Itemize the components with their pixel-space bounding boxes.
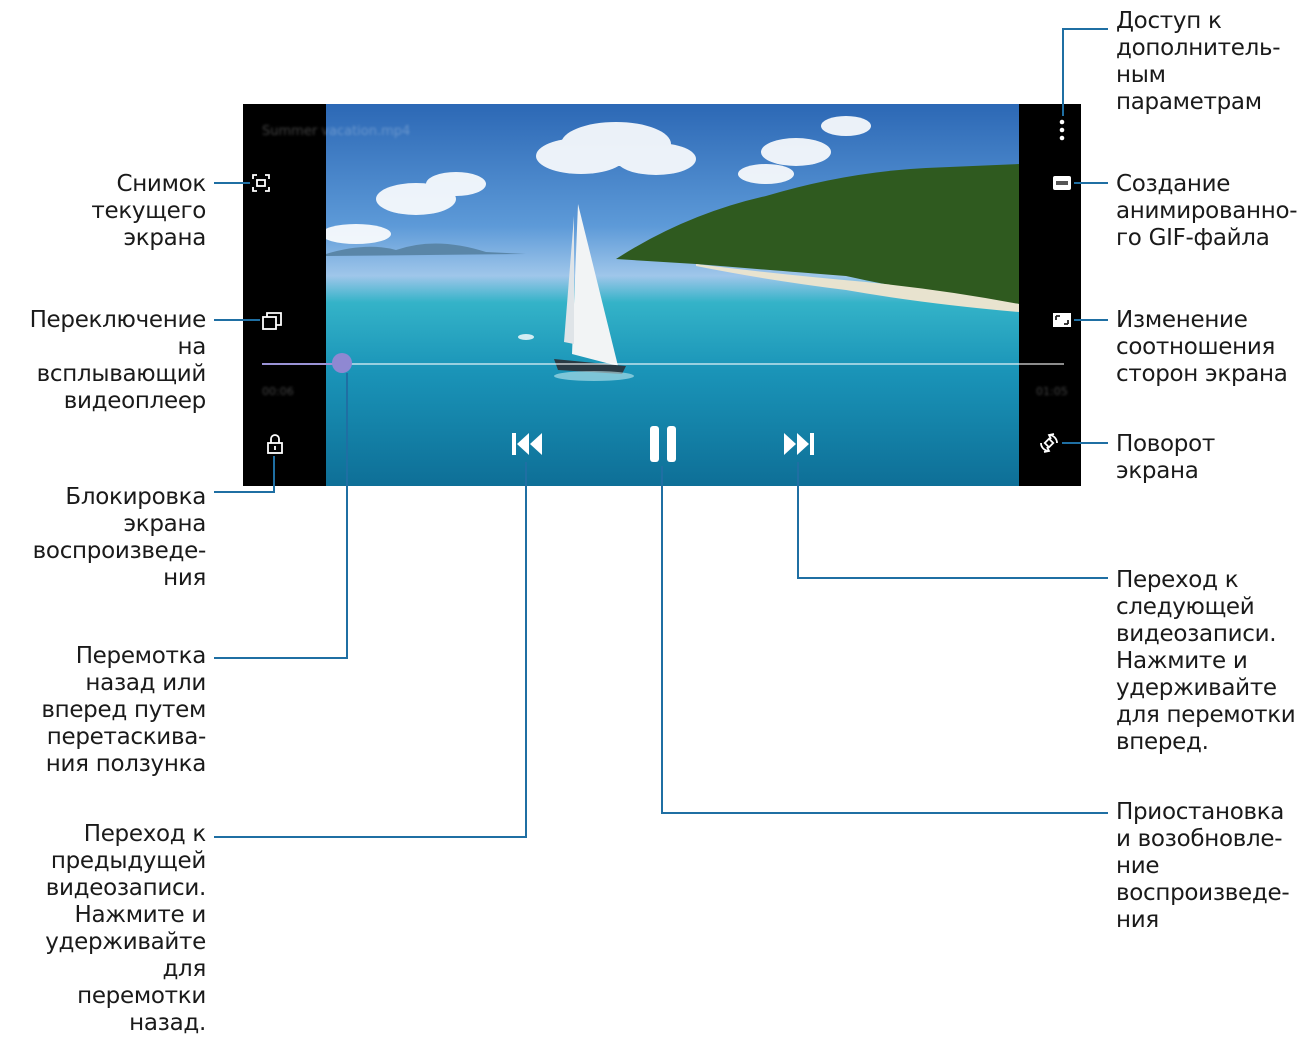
leader-more-h <box>1062 28 1108 30</box>
right-control-bar <box>1019 104 1081 486</box>
callout-next: Переход к следующей видеозаписи. Нажмите… <box>1116 567 1296 755</box>
video-title: Summer vacation.mp4 <box>262 124 411 139</box>
aspect-ratio-icon[interactable] <box>1050 309 1074 331</box>
leader-seek-h <box>214 657 348 659</box>
leader-previous-v <box>525 462 527 838</box>
leader-gif <box>1074 182 1108 184</box>
more-options-icon[interactable] <box>1054 118 1070 142</box>
callout-previous: Переход к предыдущей видеозаписи. Нажмит… <box>45 821 206 1036</box>
callout-capture: Снимок текущего экрана <box>91 171 206 251</box>
skip-previous-icon[interactable] <box>508 428 546 460</box>
screenshot-capture-icon[interactable] <box>250 172 272 194</box>
elapsed-time: 00:06 <box>262 385 294 398</box>
popup-player-icon[interactable] <box>261 310 283 332</box>
callout-popup-player: Переключение на всплывающий видеоплеер <box>29 307 207 414</box>
callout-aspect-ratio: Изменение соотношения сторон экрана <box>1116 307 1288 387</box>
pause-icon[interactable] <box>644 424 682 464</box>
callout-lock: Блокировка экрана воспроизведе- ния <box>32 484 207 591</box>
gif-icon[interactable] <box>1050 172 1074 194</box>
callout-rotate: Поворот экрана <box>1116 431 1215 484</box>
callout-pause: Приостановка и возобновле- ние воспроизв… <box>1116 799 1290 933</box>
leader-lock-v <box>273 456 275 493</box>
leader-next-h <box>797 577 1108 579</box>
leader-rotate <box>1062 442 1108 444</box>
callout-seek: Перемотка назад или вперед путем перетас… <box>41 643 206 777</box>
leader-more-v <box>1062 28 1064 116</box>
seek-bar-track[interactable] <box>262 363 1064 365</box>
leader-ratio <box>1074 319 1108 321</box>
total-time: 01:05 <box>1036 385 1068 398</box>
leader-previous-h <box>214 836 527 838</box>
leader-popup <box>214 319 260 321</box>
leader-seek-v <box>346 373 348 659</box>
leader-next-v <box>797 462 799 579</box>
left-control-bar <box>243 104 326 486</box>
callout-gif: Создание анимированно- го GIF-файла <box>1116 171 1298 251</box>
leader-capture <box>214 182 250 184</box>
leader-lock-h <box>214 491 275 493</box>
rotate-screen-icon[interactable] <box>1036 430 1062 456</box>
callout-more-options: Доступ к дополнитель- ным параметрам <box>1116 8 1281 115</box>
lock-icon[interactable] <box>264 432 286 456</box>
seek-bar-progress <box>262 363 343 365</box>
skip-next-icon[interactable] <box>780 428 818 460</box>
leader-pause-h <box>661 812 1108 814</box>
leader-pause-v <box>661 466 663 814</box>
